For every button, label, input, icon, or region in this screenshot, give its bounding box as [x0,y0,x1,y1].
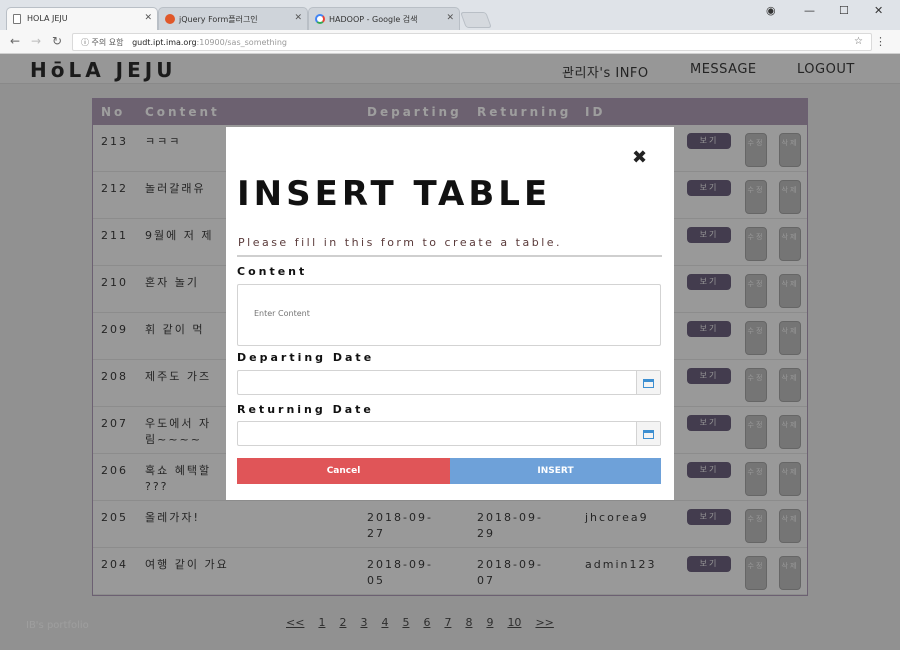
calendar-icon[interactable] [636,422,660,445]
orange-circle-icon [165,14,175,24]
page-icon [13,14,21,24]
back-icon[interactable]: ← [10,34,20,48]
tab-title: HADOOP - Google 검색 [329,15,418,24]
insert-button[interactable]: INSERT [450,458,661,484]
close-icon[interactable]: ✖ [632,147,647,168]
browser-tabbar: HOLA JEJU ✕ jQuery Form플러그인 ✕ HADOOP - G… [0,0,900,30]
url-host: gudt.ipt.ima.org [132,38,197,47]
profile-icon[interactable]: ◉ [766,4,776,17]
browser-tab-jquery[interactable]: jQuery Form플러그인 ✕ [158,7,308,30]
calendar-icon[interactable] [636,371,660,394]
google-icon [315,14,325,24]
minimize-icon[interactable]: — [804,4,815,17]
content-label: Content [237,265,308,278]
window-close-icon[interactable]: ✕ [874,4,883,17]
divider [237,255,662,257]
modal-title: INSERT TABLE [237,174,552,214]
address-bar[interactable]: ⓘ 주의 요함 gudt.ipt.ima.org:10900/sas_somet… [72,33,872,51]
reload-icon[interactable]: ↻ [52,34,62,48]
forward-icon[interactable]: → [31,34,41,48]
browser-toolbar: ← → ↻ ⓘ 주의 요함 gudt.ipt.ima.org:10900/sas… [0,30,900,54]
security-indicator[interactable]: ⓘ 주의 요함 [81,38,124,47]
close-icon[interactable]: ✕ [446,13,454,23]
maximize-icon[interactable]: ☐ [839,4,849,17]
tab-title: jQuery Form플러그인 [179,15,258,24]
departing-date-input[interactable] [237,370,661,395]
returning-date-input[interactable] [237,421,661,446]
modal-subtitle: Please fill in this form to create a tab… [238,236,563,249]
content-textarea[interactable] [237,284,661,346]
bookmark-star-icon[interactable]: ☆ [854,36,863,47]
browser-tab-google[interactable]: HADOOP - Google 검색 ✕ [308,7,460,30]
cancel-button[interactable]: Cancel [237,458,450,484]
tab-title: HOLA JEJU [27,14,68,23]
insert-table-modal: ✖ INSERT TABLE Please fill in this form … [226,127,674,500]
browser-menu-icon[interactable]: ⋮ [875,35,886,48]
close-icon[interactable]: ✕ [294,13,302,23]
url-path: :10900/sas_something [196,38,287,47]
close-icon[interactable]: ✕ [144,13,152,23]
new-tab-button[interactable] [460,12,492,28]
browser-tab-hola-jeju[interactable]: HOLA JEJU ✕ [6,7,158,30]
returning-date-label: Returning Date [237,403,374,416]
departing-date-label: Departing Date [237,351,375,364]
